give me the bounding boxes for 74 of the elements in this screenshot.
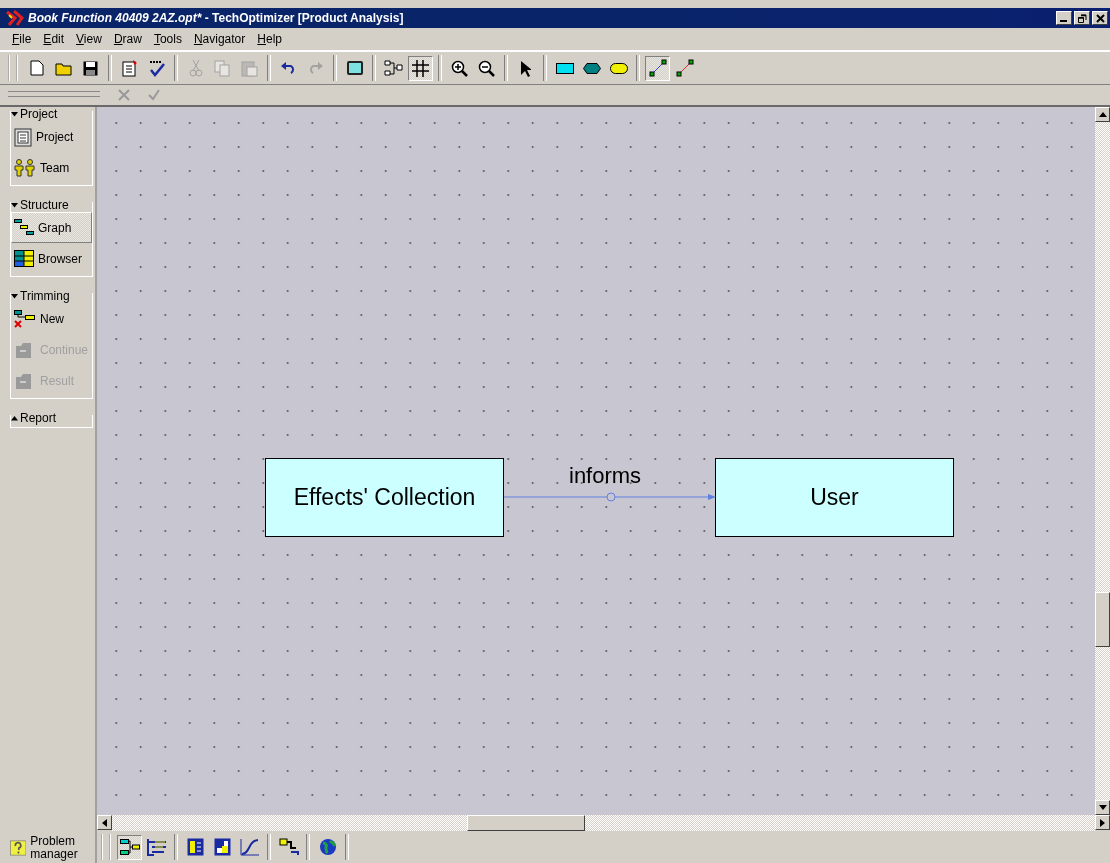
menu-item[interactable]: Navigator xyxy=(187,32,252,46)
redo-icon xyxy=(307,62,324,74)
clipboard-icon xyxy=(241,59,258,77)
scroll-left-icon xyxy=(102,818,107,827)
graph-icon xyxy=(14,219,34,236)
toolbar-button[interactable] xyxy=(408,55,433,81)
close-icon xyxy=(1095,13,1105,23)
scrollbar-thumb[interactable] xyxy=(1095,592,1110,647)
problem-manager-button[interactable]: Problem manager xyxy=(8,835,95,863)
triangle-down-icon xyxy=(11,111,18,117)
table-icon xyxy=(14,250,34,267)
scroll-down-icon xyxy=(1098,805,1107,810)
sidebar-item[interactable]: Project xyxy=(11,121,92,152)
sidebar-item[interactable]: New xyxy=(11,303,92,334)
hexagon-node-icon xyxy=(582,62,601,74)
toolbar-button[interactable] xyxy=(645,55,670,81)
toolbar-grip[interactable] xyxy=(101,834,111,860)
diagram-node[interactable]: Effects' Collection xyxy=(265,458,504,537)
clipboard-icon xyxy=(14,126,32,147)
app-logo-icon xyxy=(6,10,24,26)
undo-icon xyxy=(280,62,297,74)
square-icon xyxy=(214,838,231,856)
globe-icon xyxy=(318,838,337,856)
check-mark-icon[interactable] xyxy=(148,89,160,101)
menu-item[interactable]: Tools xyxy=(147,32,188,46)
curve-icon xyxy=(239,838,260,856)
people-icon xyxy=(14,158,36,177)
restore-button[interactable] xyxy=(1074,11,1090,25)
close-button[interactable] xyxy=(1092,11,1108,25)
list-icon xyxy=(146,838,167,856)
menu-item[interactable]: Draw xyxy=(107,32,148,46)
question-mark-icon xyxy=(10,837,27,859)
diagram-node[interactable]: User xyxy=(715,458,954,537)
horizontal-scrollbar[interactable] xyxy=(97,815,1110,831)
zoom-out-icon xyxy=(478,59,495,77)
layout-icon xyxy=(384,59,403,77)
restore-icon xyxy=(1077,13,1087,23)
grid-icon xyxy=(412,59,429,77)
copy-icon xyxy=(214,59,231,77)
scrollbar-thumb[interactable] xyxy=(467,815,585,831)
steps-icon xyxy=(278,838,299,856)
sidebar-item[interactable]: Graph xyxy=(11,212,92,243)
window-title: Book Function 40409 2AZ.opt* - TechOptimizer [Product Analysis] xyxy=(28,11,405,25)
menu-item[interactable]: File xyxy=(6,32,38,46)
triangle-down-icon xyxy=(11,202,18,208)
menu-item[interactable]: Help xyxy=(251,32,288,46)
menu-item[interactable]: View xyxy=(70,32,108,46)
panel-icon xyxy=(187,838,204,856)
clipboard-icon xyxy=(120,59,139,77)
pill-node-icon xyxy=(609,62,628,74)
sidebar-item[interactable]: Team xyxy=(11,152,92,183)
scroll-up-icon xyxy=(1098,112,1107,117)
minimize-button[interactable] xyxy=(1056,11,1072,25)
view-button[interactable] xyxy=(117,834,142,860)
vertical-scrollbar[interactable] xyxy=(1095,107,1110,815)
check-mark-icon xyxy=(147,59,166,77)
connector-icon xyxy=(675,59,694,77)
toolbar-grip[interactable] xyxy=(8,55,18,81)
new-file-icon xyxy=(29,60,44,76)
folder-icon xyxy=(54,60,73,76)
link-label: informs xyxy=(569,463,642,489)
menu-item[interactable]: Edit xyxy=(37,32,71,46)
rectangle-node-icon xyxy=(555,62,574,74)
pointer-icon xyxy=(520,59,531,77)
scissors-icon xyxy=(188,59,203,77)
scroll-right-icon xyxy=(1100,818,1105,827)
trim-icon xyxy=(14,309,36,328)
sidebar-item[interactable]: Browser xyxy=(11,243,92,274)
connector-icon xyxy=(648,59,667,77)
frame-icon xyxy=(345,60,364,76)
graph-icon xyxy=(119,838,140,856)
zoom-in-icon xyxy=(451,59,468,77)
triangle-up-icon xyxy=(11,415,18,421)
triangle-down-icon xyxy=(11,293,18,299)
